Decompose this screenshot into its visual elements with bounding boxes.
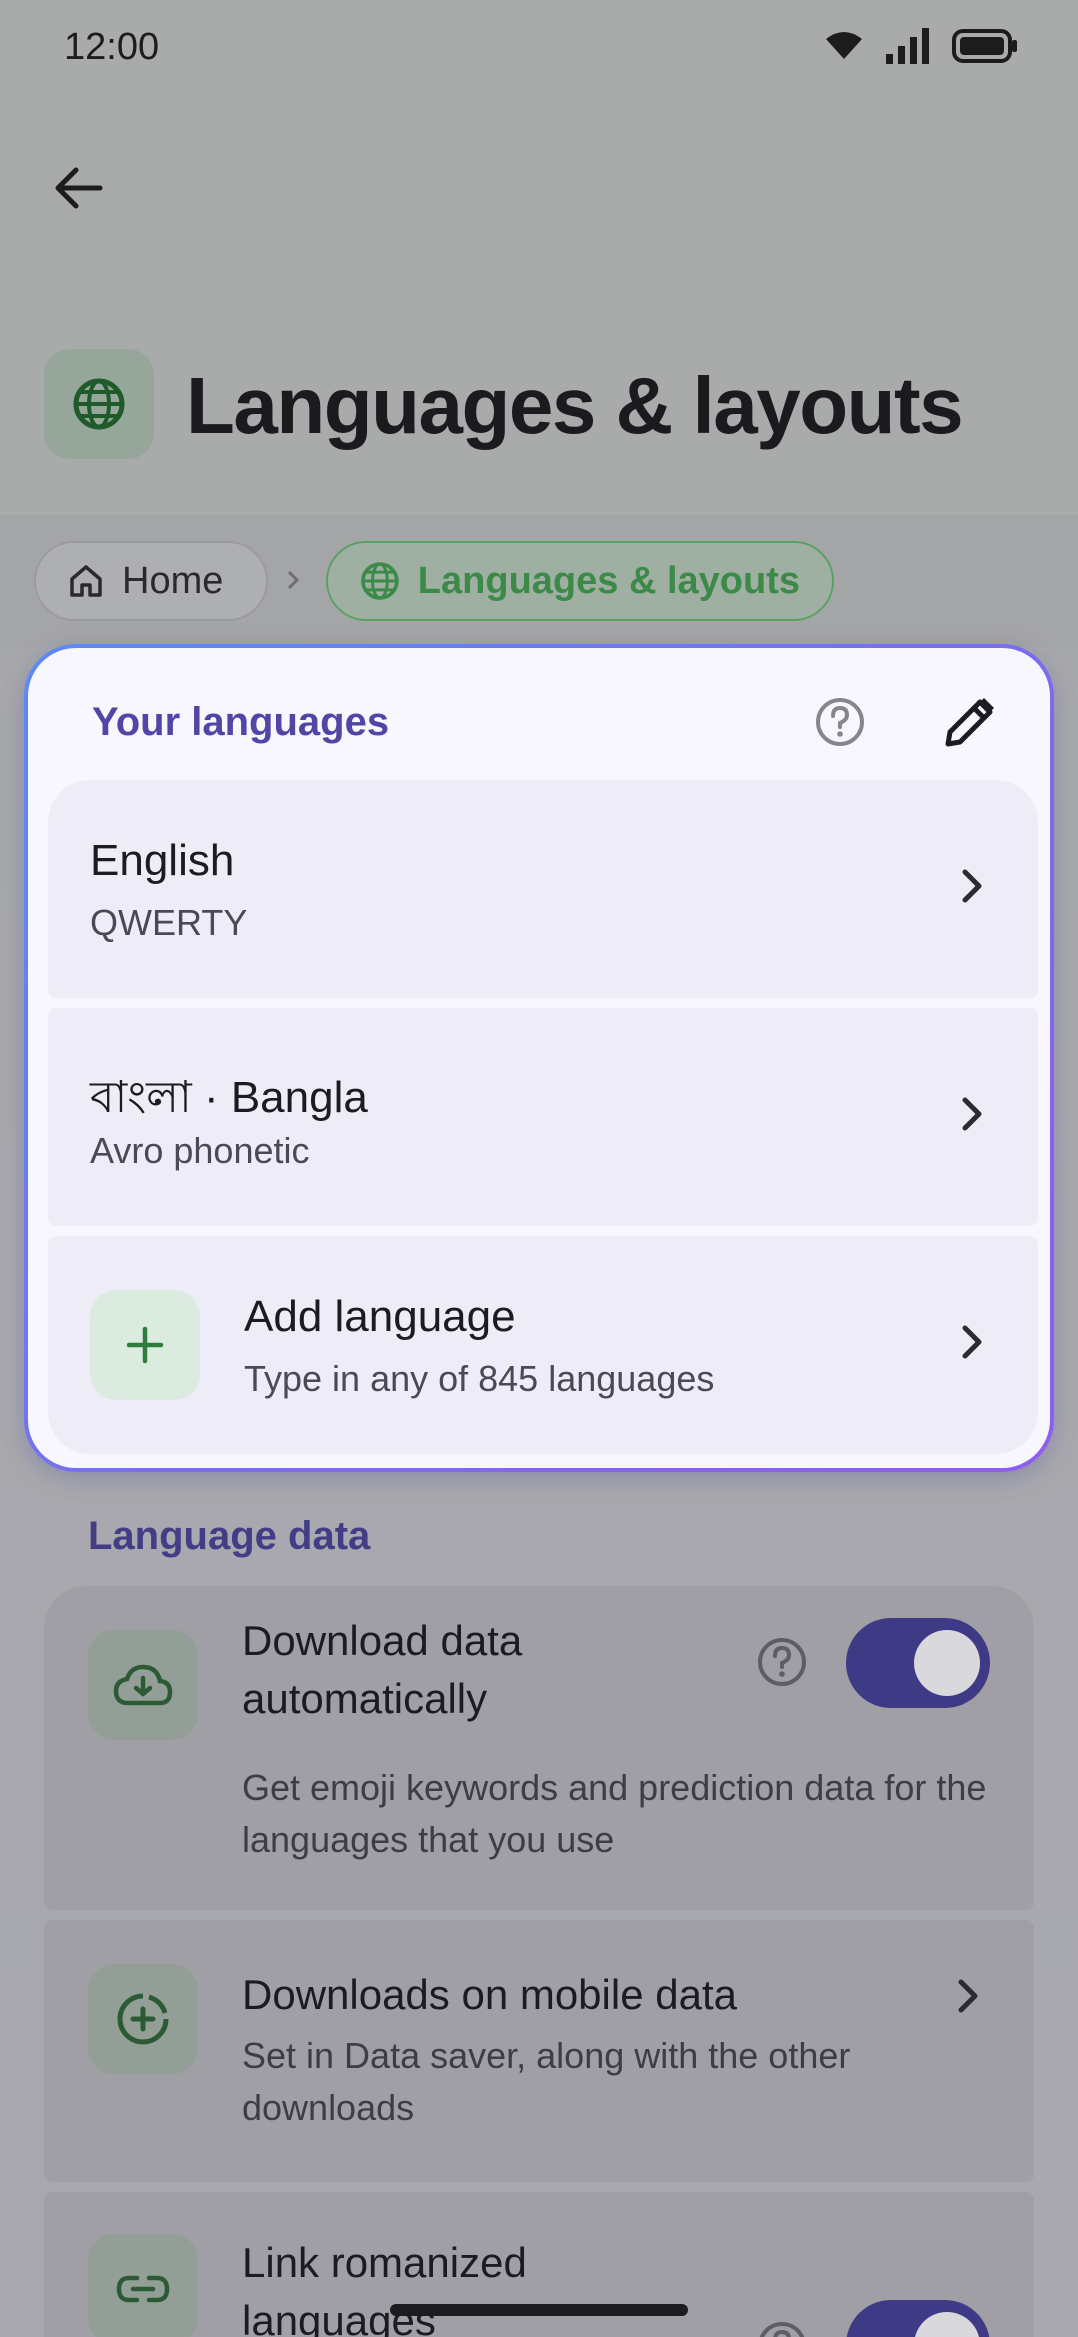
add-icon-box [90, 1290, 200, 1400]
edit-pencil-icon[interactable] [942, 694, 998, 750]
help-icon[interactable] [756, 2320, 808, 2337]
download-data-subtitle: Get emoji keywords and prediction data f… [242, 1767, 987, 1860]
toggle-knob [914, 1630, 980, 1696]
toggle-knob [914, 2312, 980, 2337]
breadcrumb-current-chip[interactable]: Languages & layouts [326, 541, 834, 621]
breadcrumb-separator-icon [287, 570, 300, 590]
signal-icon [886, 28, 929, 64]
download-data-label: Download data automatically [242, 1617, 523, 1722]
your-languages-card: Your languages English QWERTY বাংলা · Ba… [24, 644, 1054, 1472]
chevron-right-icon [958, 1979, 978, 2013]
battery-icon [952, 29, 1017, 63]
home-indicator[interactable] [390, 2304, 688, 2316]
home-icon [70, 565, 102, 597]
mobile-data-row[interactable]: Downloads on mobile data Set in Data sav… [44, 1920, 1034, 2182]
language-name: English [90, 836, 235, 885]
status-time: 12:00 [64, 26, 160, 68]
title-icon-box [44, 349, 154, 459]
chevron-right-icon [962, 1097, 982, 1131]
breadcrumb-home-chip[interactable]: Home [34, 541, 268, 621]
link-icon [116, 2275, 170, 2303]
page-title: Languages & layouts [186, 361, 964, 450]
data-saver-icon-box [88, 1964, 198, 2074]
download-data-row[interactable]: Download data automatically Get emoji ke… [44, 1586, 1034, 1910]
your-languages-card-inner: Your languages English QWERTY বাংলা · Ba… [28, 648, 1050, 1468]
globe-icon [361, 562, 399, 600]
your-languages-title: Your languages [92, 700, 390, 744]
link-icon-box [88, 2234, 198, 2337]
add-language-label: Add language [244, 1292, 516, 1341]
language-layout: QWERTY [90, 902, 248, 943]
language-data-title: Language data [88, 1514, 371, 1558]
add-language-subtitle: Type in any of 845 languages [244, 1358, 715, 1399]
breadcrumb-current-label: Languages & layouts [417, 559, 800, 602]
back-button[interactable] [40, 150, 116, 226]
cloud-download-icon [113, 1664, 173, 1706]
chevron-right-icon [962, 1325, 982, 1359]
language-row-english[interactable]: English QWERTY [48, 780, 1038, 998]
mobile-data-label: Downloads on mobile data [242, 1971, 737, 2018]
link-romanized-toggle[interactable] [846, 2300, 990, 2337]
data-saver-icon [117, 1993, 169, 2045]
status-icons [824, 28, 1018, 64]
language-layout: Avro phonetic [90, 1130, 310, 1171]
download-data-toggle[interactable] [846, 1618, 990, 1708]
plus-icon [126, 1326, 164, 1364]
help-icon[interactable] [814, 696, 866, 748]
chevron-right-icon [962, 869, 982, 903]
arrow-back-icon [55, 167, 103, 209]
mobile-data-subtitle: Set in Data saver, along with the other … [242, 2035, 851, 2128]
language-row-bangla[interactable]: বাংলা · Bangla Avro phonetic [48, 1008, 1038, 1226]
add-language-row[interactable]: Add language Type in any of 845 language… [48, 1236, 1038, 1454]
link-romanized-label: Link romanized languages [242, 2239, 527, 2337]
cloud-download-icon-box [88, 1630, 198, 1740]
help-icon[interactable] [756, 1636, 808, 1688]
language-name: বাংলা · Bangla [90, 1073, 368, 1122]
wifi-icon [826, 32, 862, 59]
breadcrumb-home-label: Home [122, 559, 224, 602]
globe-icon [73, 378, 125, 430]
